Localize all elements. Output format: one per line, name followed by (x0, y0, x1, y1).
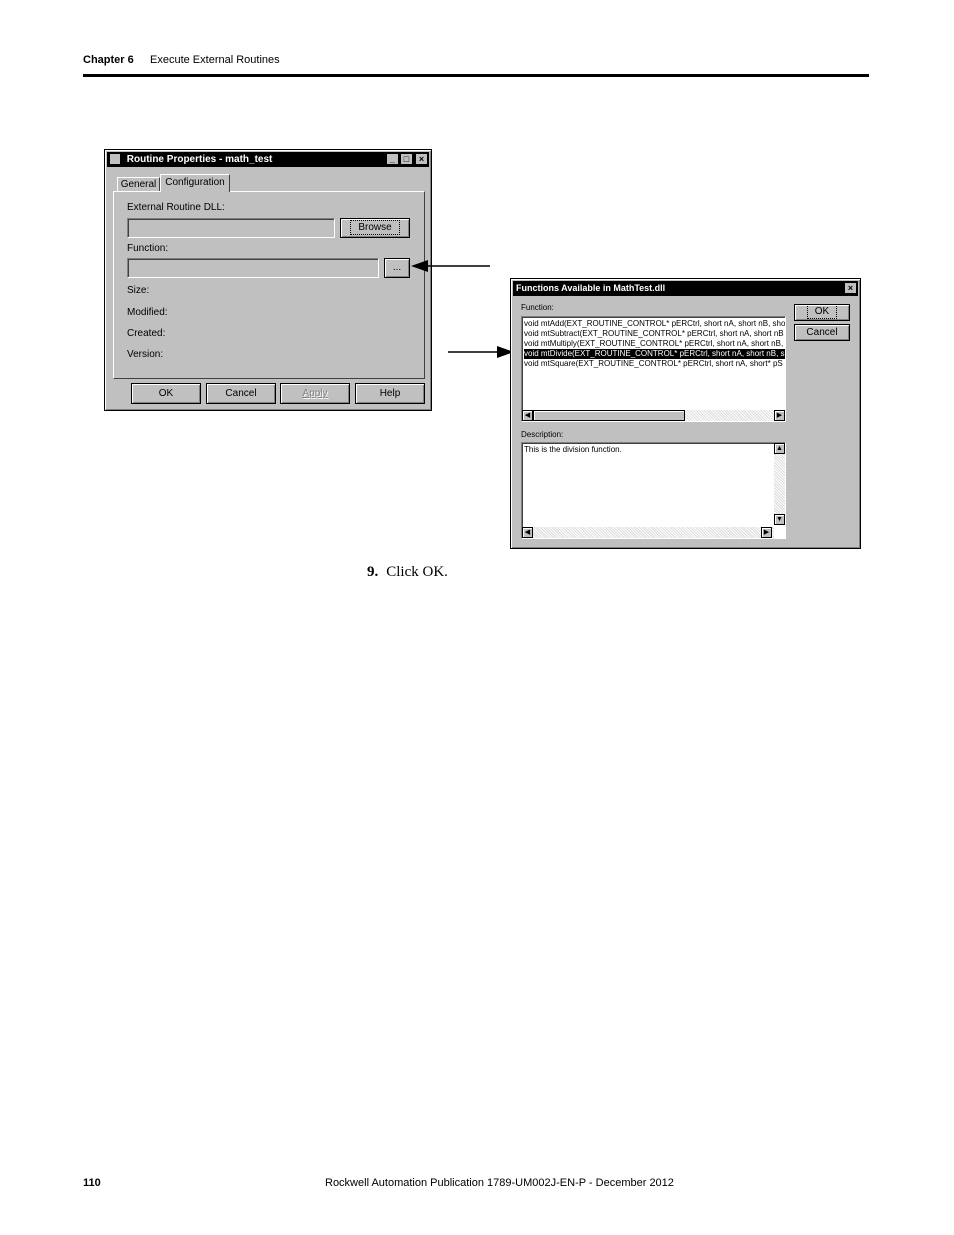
function-field[interactable] (127, 258, 379, 278)
scroll-down-icon[interactable]: ▼ (774, 514, 785, 525)
list-item[interactable]: void mtSquare(EXT_ROUTINE_CONTROL* pERCt… (524, 359, 783, 369)
browse-button[interactable]: Browse (340, 218, 410, 238)
minimize-icon[interactable]: _ (386, 153, 399, 165)
size-label: Size: (127, 285, 150, 296)
chapter-title: Execute External Routines (150, 54, 280, 66)
function-label: Function: (127, 243, 169, 254)
functions-dialog-titlebar: Functions Available in MathTest.dll × (513, 281, 858, 296)
function-list-label: Function: (521, 303, 554, 312)
list-item[interactable]: void mtMultiply(EXT_ROUTINE_CONTROL* pER… (524, 339, 783, 349)
version-label: Version: (127, 349, 164, 360)
external-dll-label: External Routine DLL: (127, 202, 225, 213)
help-button[interactable]: Help (355, 383, 425, 404)
scroll-left-icon[interactable]: ◀ (522, 527, 533, 538)
ok-button[interactable]: OK (794, 304, 850, 321)
arrow-to-selected-function (448, 346, 514, 358)
step-number: 9. (367, 564, 379, 580)
created-label: Created: (127, 328, 166, 339)
modified-label: Modified: (127, 307, 168, 318)
scroll-left-icon[interactable]: ◀ (522, 410, 533, 421)
cancel-button[interactable]: Cancel (794, 324, 850, 341)
step-instruction: 9. Click OK. (367, 564, 448, 581)
configuration-panel: External Routine DLL: Browse Function: .… (113, 191, 425, 379)
app-icon (110, 154, 120, 165)
maximize-icon[interactable]: □ (400, 153, 413, 165)
external-dll-field[interactable] (127, 218, 335, 238)
close-icon[interactable]: × (844, 282, 857, 294)
vertical-scrollbar[interactable] (774, 443, 785, 525)
description-label: Description: (521, 430, 564, 439)
publication-info: Rockwell Automation Publication 1789-UM0… (325, 1177, 674, 1189)
close-icon[interactable]: × (415, 153, 428, 165)
ellipsis-button[interactable]: ... (384, 258, 410, 278)
scroll-thumb[interactable] (533, 410, 685, 421)
list-item[interactable]: void mtSubtract(EXT_ROUTINE_CONTROL* pER… (524, 329, 784, 339)
page-number: 110 (83, 1177, 101, 1189)
step-text: Click OK. (386, 564, 448, 580)
scroll-right-icon[interactable]: ▶ (774, 410, 785, 421)
chapter-label: Chapter 6 (83, 54, 134, 66)
apply-button[interactable]: Apply (280, 383, 350, 404)
function-list[interactable]: void mtAdd(EXT_ROUTINE_CONTROL* pERCtrl,… (521, 316, 786, 422)
tab-general[interactable]: General (117, 177, 160, 191)
list-item-selected[interactable]: void mtDivide(EXT_ROUTINE_CONTROL* pERCt… (524, 349, 785, 359)
header-rule (83, 74, 869, 77)
functions-available-dialog: Functions Available in MathTest.dll × Fu… (510, 278, 861, 549)
horizontal-scrollbar[interactable] (522, 527, 774, 538)
functions-dialog-title: Functions Available in MathTest.dll (516, 283, 666, 293)
scroll-up-icon[interactable]: ▲ (774, 443, 785, 454)
description-text: This is the division function. (524, 445, 622, 454)
routine-properties-dialog: Routine Properties - math_test _ □ × Gen… (104, 149, 432, 411)
routine-properties-title: Routine Properties - math_test (126, 154, 273, 165)
cancel-button[interactable]: Cancel (206, 383, 276, 404)
description-box[interactable]: This is the division function. ▲ ▼ ◀ ▶ (521, 442, 786, 539)
tab-configuration[interactable]: Configuration (160, 174, 230, 192)
ok-button[interactable]: OK (131, 383, 201, 404)
scroll-right-icon[interactable]: ▶ (761, 527, 772, 538)
routine-properties-titlebar: Routine Properties - math_test _ □ × (107, 152, 429, 167)
list-item[interactable]: void mtAdd(EXT_ROUTINE_CONTROL* pERCtrl,… (524, 319, 785, 329)
